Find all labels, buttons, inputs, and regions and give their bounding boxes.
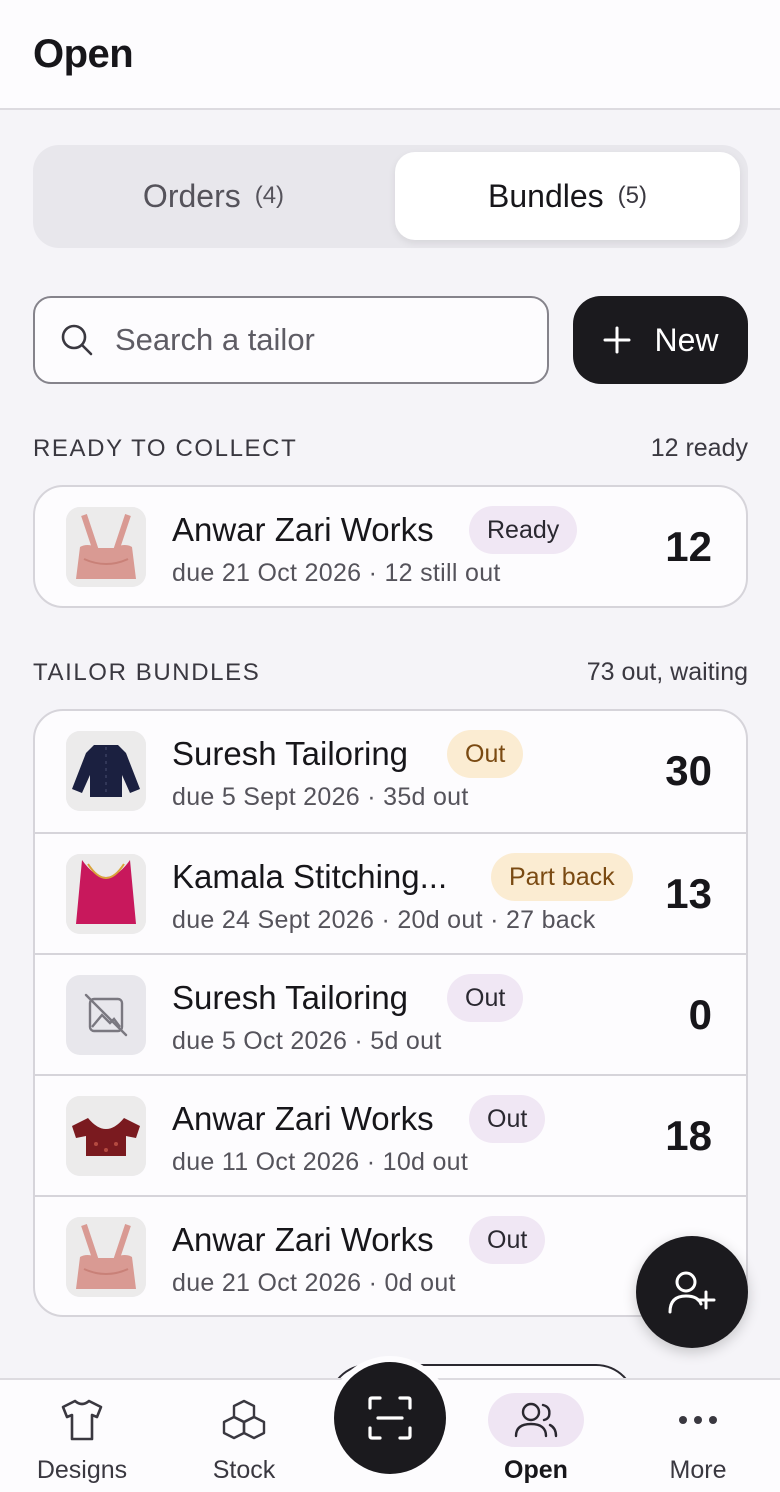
- status-badge: Part back: [491, 853, 633, 901]
- nav-open[interactable]: Open: [456, 1380, 616, 1492]
- nav-designs[interactable]: Designs: [2, 1380, 162, 1492]
- due-info: due 5 Sept 2026 · 35d out: [172, 783, 469, 811]
- bundle-row[interactable]: Kamala Stitching... Part back due 24 Sep…: [35, 832, 746, 953]
- status-badge: Out: [469, 1095, 546, 1143]
- search-input[interactable]: [115, 322, 515, 358]
- search-box[interactable]: [33, 296, 549, 384]
- ready-section-meta: 12 ready: [650, 434, 748, 462]
- tailor-name: Anwar Zari Works: [172, 511, 434, 548]
- no-image-thumbnail: [66, 975, 146, 1055]
- bundle-row[interactable]: Suresh Tailoring Out due 5 Oct 2026 · 5d…: [35, 953, 746, 1074]
- due-info: due 21 Oct 2026 · 12 still out: [172, 559, 501, 587]
- add-tailor-button[interactable]: [636, 1236, 748, 1348]
- nav-designs-label: Designs: [36, 1456, 128, 1484]
- plus-icon: [603, 326, 631, 354]
- search-icon: [61, 324, 93, 356]
- page-title: Open: [33, 32, 134, 76]
- status-badge: Out: [447, 730, 524, 778]
- new-button-label: New: [654, 321, 719, 358]
- nav-more[interactable]: More: [618, 1380, 778, 1492]
- magenta-halter-blouse-thumbnail: [66, 854, 146, 934]
- bundles-section-title: TAILOR BUNDLES: [33, 658, 261, 686]
- scan-icon: [368, 1396, 412, 1440]
- app-header: Open: [0, 0, 780, 110]
- tab-bundles-label: Bundles: [488, 177, 604, 214]
- pink-halter-blouse-thumbnail: [66, 1217, 146, 1297]
- nav-open-label: Open: [504, 1456, 568, 1484]
- nav-stock[interactable]: Stock: [164, 1380, 324, 1492]
- tab-orders-count: (4): [254, 182, 285, 209]
- tab-orders-label: Orders: [142, 177, 241, 214]
- tab-bundles[interactable]: Bundles (5): [395, 152, 740, 240]
- bundles-section-meta: 73 out, waiting: [586, 658, 748, 686]
- more-dots-icon: [679, 1416, 717, 1424]
- boxes-icon: [222, 1399, 266, 1440]
- quantity: 13: [665, 870, 712, 917]
- view-toggle: Orders (4) Bundles (5): [33, 145, 748, 248]
- shirt-icon: [61, 1399, 103, 1441]
- tailor-name: Suresh Tailoring: [172, 979, 409, 1016]
- navy-blouse-thumbnail: [66, 731, 146, 811]
- tailor-name: Anwar Zari Works: [172, 1221, 434, 1258]
- due-info: due 11 Oct 2026 · 10d out: [172, 1148, 469, 1176]
- tailor-name: Kamala Stitching...: [172, 858, 448, 895]
- maroon-blouse-thumbnail: [66, 1096, 146, 1176]
- add-user-icon: [668, 1271, 716, 1314]
- tab-bundles-count: (5): [617, 182, 647, 209]
- quantity: 18: [665, 1112, 712, 1159]
- status-badge: Out: [447, 974, 524, 1022]
- tailor-name: Anwar Zari Works: [172, 1100, 434, 1137]
- bundle-row[interactable]: Anwar Zari Works Ready due 21 Oct 2026 ·…: [35, 487, 746, 606]
- quantity: 12: [665, 523, 712, 570]
- status-badge: Ready: [469, 506, 578, 554]
- tab-orders[interactable]: Orders (4): [41, 152, 386, 240]
- status-badge: Out: [469, 1216, 546, 1264]
- bundles-card: Suresh Tailoring Out due 5 Sept 2026 · 3…: [33, 709, 748, 1317]
- users-icon: [514, 1402, 558, 1438]
- scan-button[interactable]: [328, 1356, 452, 1480]
- nav-stock-label: Stock: [212, 1456, 276, 1484]
- bundle-row[interactable]: Anwar Zari Works Out due 11 Oct 2026 · 1…: [35, 1074, 746, 1195]
- due-info: due 5 Oct 2026 · 5d out: [172, 1027, 442, 1055]
- bundle-row[interactable]: Suresh Tailoring Out due 5 Sept 2026 · 3…: [35, 711, 746, 832]
- image-off-icon: [84, 993, 128, 1037]
- due-info: due 21 Oct 2026 · 0d out: [172, 1269, 456, 1297]
- quantity: 30: [665, 747, 712, 794]
- nav-more-label: More: [669, 1456, 727, 1484]
- new-bundle-button[interactable]: New: [573, 296, 748, 384]
- quantity: 0: [688, 991, 712, 1038]
- ready-section-title: READY TO COLLECT: [33, 434, 298, 462]
- ready-card: Anwar Zari Works Ready due 21 Oct 2026 ·…: [33, 485, 748, 608]
- bundles-section-header: TAILOR BUNDLES 73 out, waiting: [33, 658, 748, 687]
- tailor-name: Suresh Tailoring: [172, 735, 409, 772]
- due-info: due 24 Sept 2026 · 20d out · 27 back: [172, 906, 596, 934]
- pink-halter-blouse-thumbnail: [66, 507, 146, 587]
- ready-section-header: READY TO COLLECT 12 ready: [33, 434, 748, 463]
